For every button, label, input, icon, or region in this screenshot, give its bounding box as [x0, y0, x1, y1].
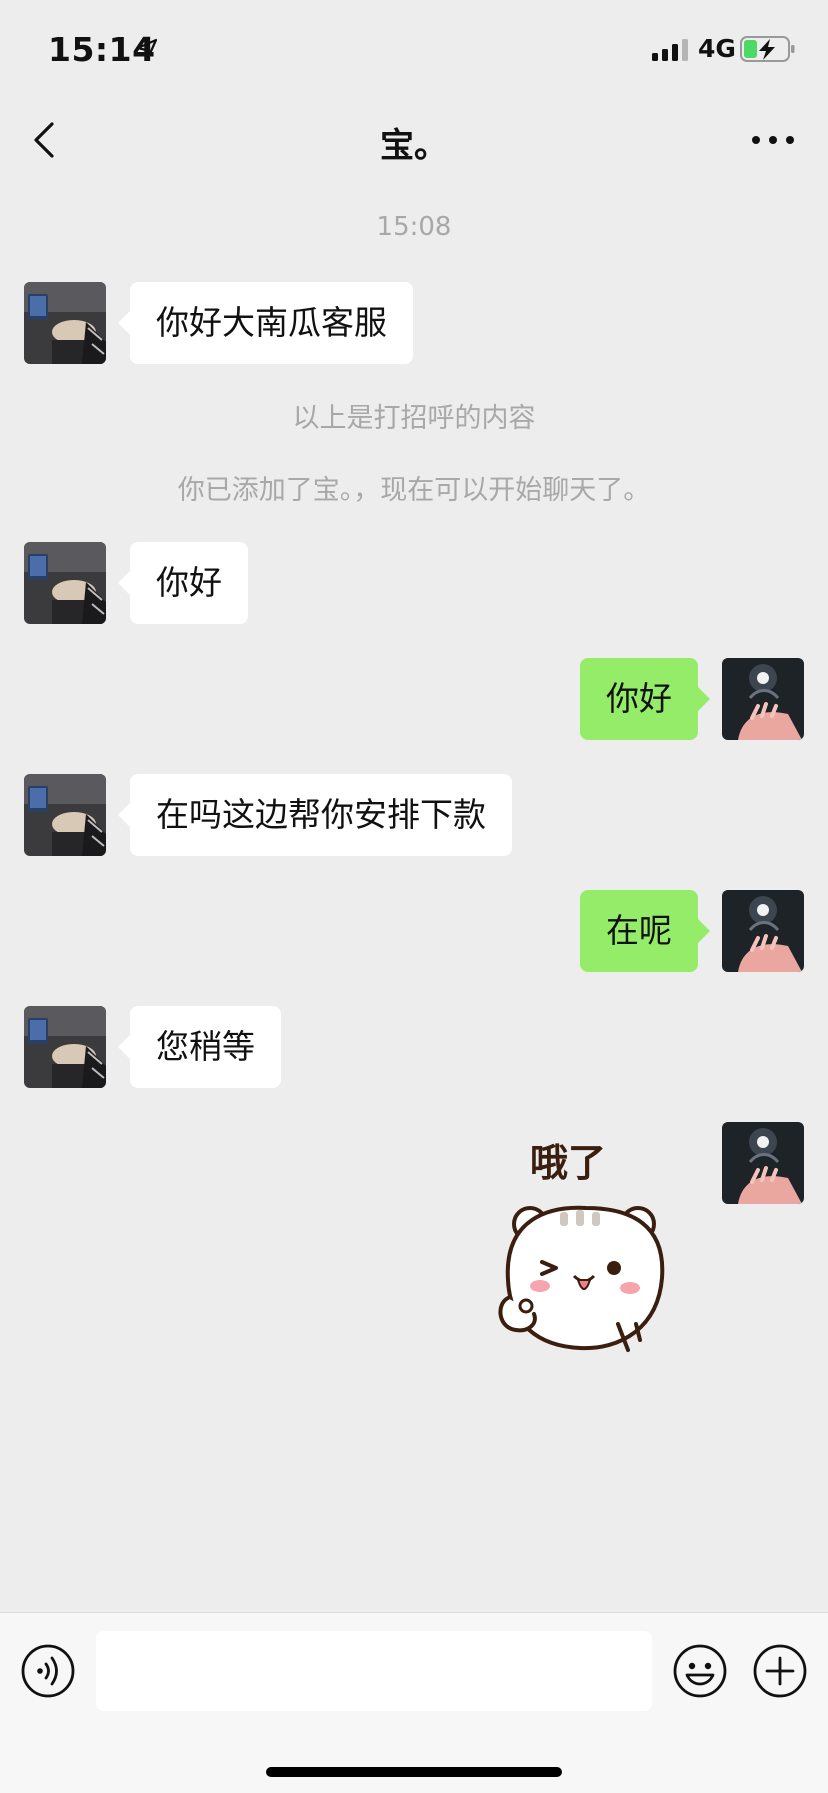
sticker-caption: 哦了 [530, 1141, 606, 1185]
battery-charging-icon [740, 36, 795, 62]
home-indicator [266, 1767, 562, 1777]
contact-avatar[interactable] [24, 282, 106, 364]
message-bubble-incoming[interactable]: 你好 [118, 542, 248, 624]
voice-icon[interactable] [20, 1643, 76, 1699]
location-arrow-icon [136, 38, 158, 60]
contact-avatar[interactable] [24, 1006, 106, 1088]
message-bubble-incoming[interactable]: 你好大南瓜客服 [118, 282, 413, 364]
system-message: 以上是打招呼的内容 [292, 403, 536, 434]
my-avatar[interactable] [722, 890, 804, 972]
contact-avatar[interactable] [24, 542, 106, 624]
system-message: 你已添加了宝。，现在可以开始聊天了。 [177, 475, 651, 506]
contact-avatar[interactable] [24, 774, 106, 856]
my-avatar[interactable] [722, 1122, 804, 1204]
plus-icon[interactable] [752, 1643, 808, 1699]
my-avatar[interactable] [722, 658, 804, 740]
cat-sticker[interactable]: 哦了 [490, 1128, 680, 1368]
signal-icon [652, 39, 688, 61]
chat-title: 宝。 [380, 126, 448, 166]
nav-bar: 宝。 [0, 100, 828, 180]
emoji-icon[interactable] [672, 1643, 728, 1699]
message-bubble-incoming[interactable]: 在吗这边帮你安排下款 [118, 774, 512, 856]
more-dots-icon[interactable] [744, 118, 804, 162]
network-label: 4G [698, 34, 736, 63]
message-timestamp: 15:08 [376, 212, 452, 242]
status-bar: 15:14 4G [0, 0, 828, 100]
input-bar [0, 1612, 828, 1793]
message-bubble-outgoing[interactable]: 你好 [580, 658, 710, 740]
message-input[interactable] [96, 1631, 652, 1711]
message-bubble-outgoing[interactable]: 在呢 [580, 890, 710, 972]
message-bubble-incoming[interactable]: 您稍等 [118, 1006, 281, 1088]
